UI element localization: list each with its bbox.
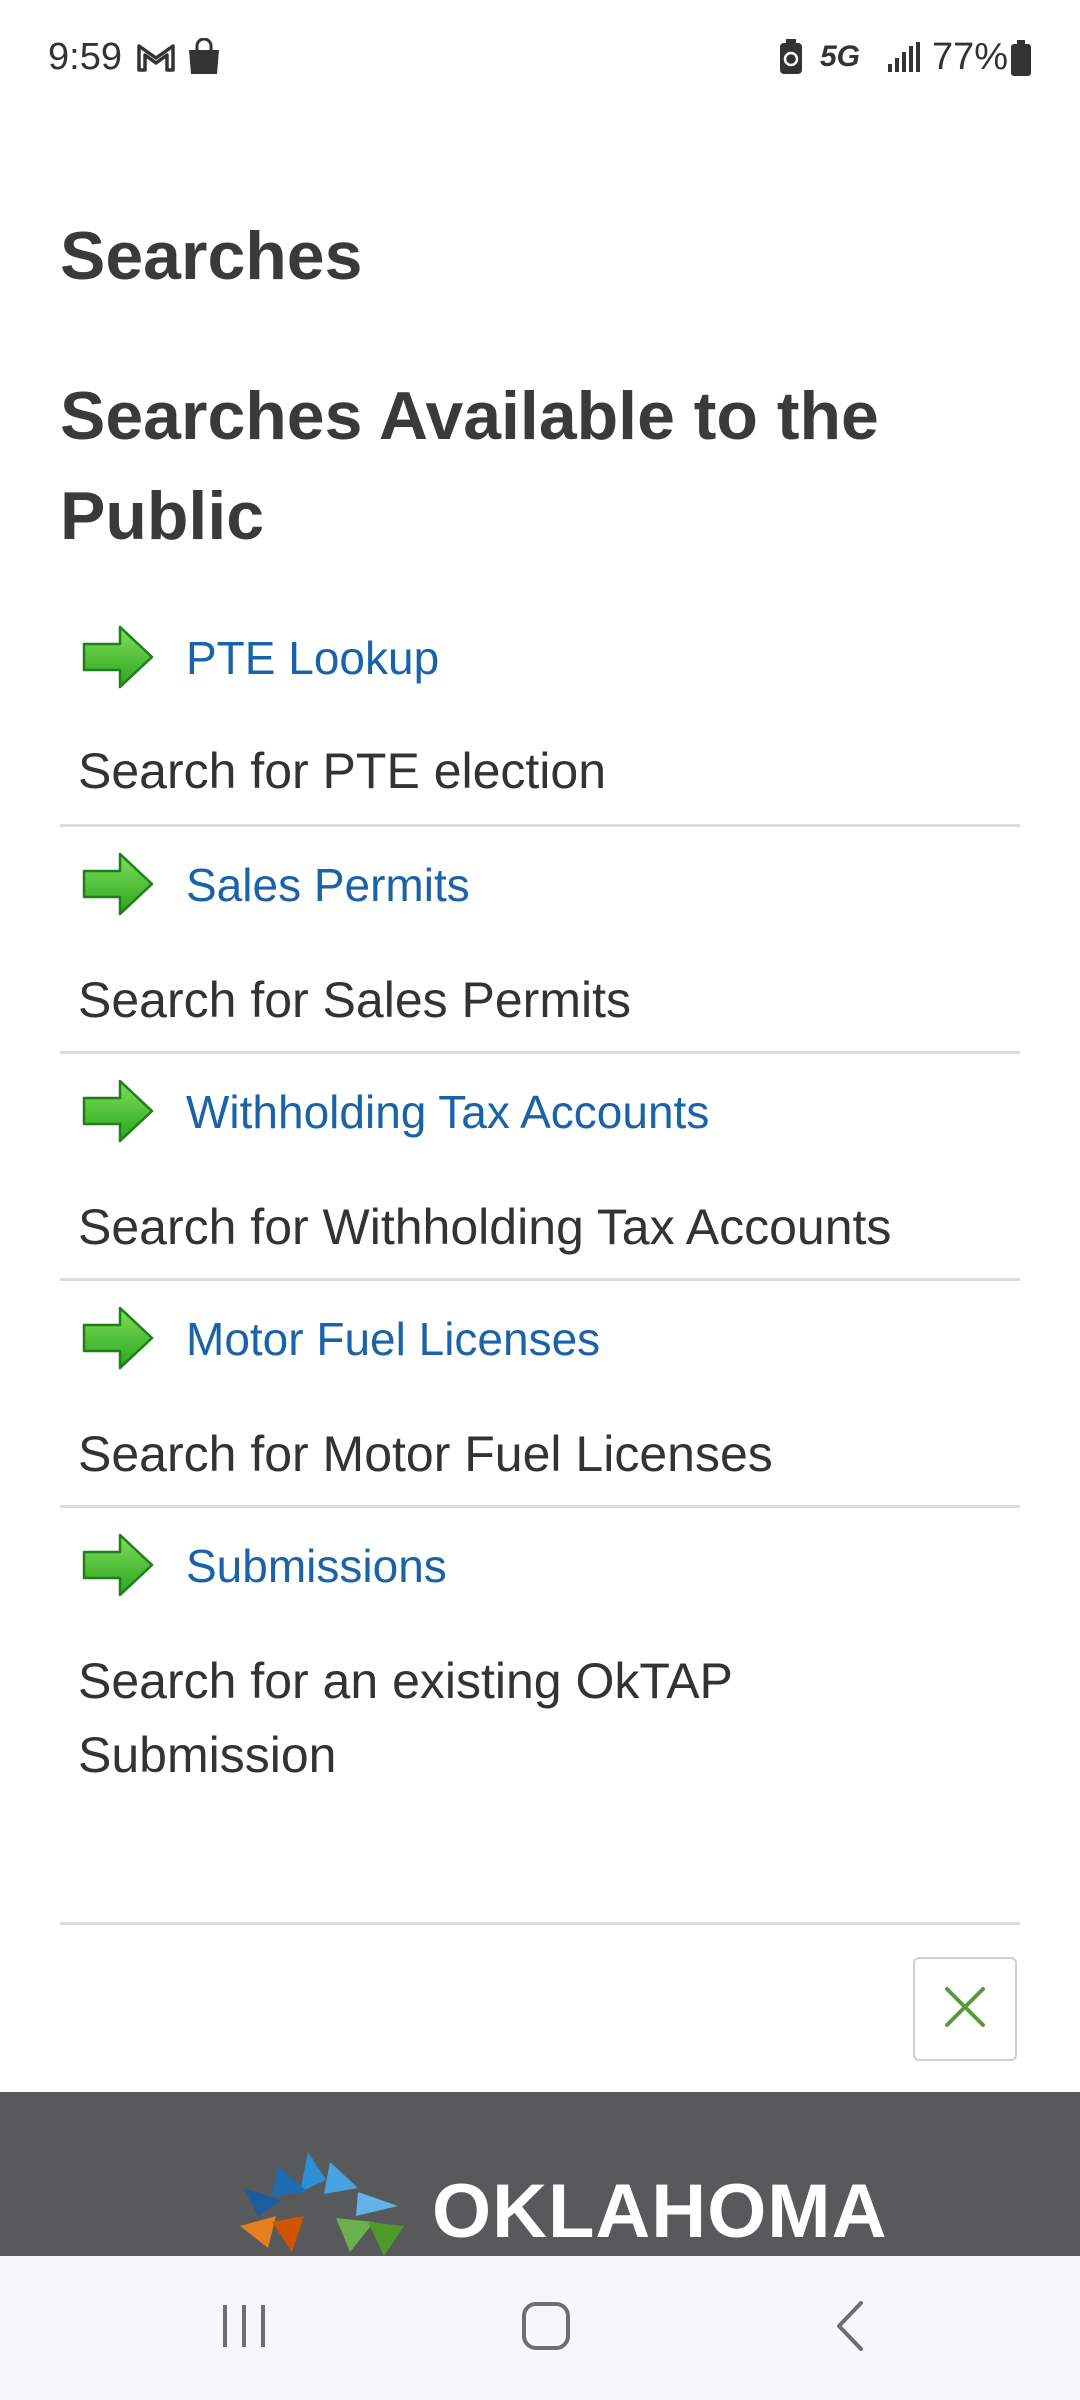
green-arrow-icon <box>82 1532 154 1598</box>
gmail-icon <box>136 42 176 79</box>
close-button[interactable] <box>913 1957 1017 2061</box>
search-list: PTE Lookup Search for PTE election Sales… <box>60 600 1020 1848</box>
signal-icon <box>886 42 920 79</box>
battery-percent: 77% <box>932 36 1009 78</box>
close-icon <box>943 1985 987 2034</box>
sales-permits-link[interactable]: Sales Permits <box>186 857 470 913</box>
search-item-pte-lookup: PTE Lookup Search for PTE election <box>60 600 1020 827</box>
search-item-motor-fuel-licenses: Motor Fuel Licenses Search for Motor Fue… <box>60 1281 1020 1508</box>
search-item-sales-permits: Sales Permits Search for Sales Permits <box>60 827 1020 1054</box>
green-arrow-icon <box>82 1078 154 1144</box>
section-title: Searches Available to the Public <box>60 378 879 554</box>
recent-apps-button[interactable] <box>164 2256 324 2400</box>
green-arrow-icon <box>82 851 154 917</box>
back-button[interactable] <box>770 2256 930 2400</box>
battery-saver-icon <box>778 38 804 81</box>
green-arrow-icon <box>82 1305 154 1371</box>
page-title: Searches <box>60 218 363 294</box>
footer: OKLAHOMA <box>0 2092 1080 2256</box>
network-type: 5G <box>820 40 861 73</box>
battery-icon <box>1010 40 1032 81</box>
search-item-withholding-tax-accounts: Withholding Tax Accounts Search for With… <box>60 1054 1020 1281</box>
pte-lookup-link[interactable]: PTE Lookup <box>186 630 439 686</box>
search-description: Search for PTE election <box>78 743 607 799</box>
search-description: Search for Motor Fuel Licenses <box>78 1426 773 1482</box>
home-icon <box>521 2301 571 2356</box>
screen: 9:59 5G 77% Searches Searches Available … <box>0 0 1080 2400</box>
motor-fuel-licenses-link[interactable]: Motor Fuel Licenses <box>186 1311 600 1367</box>
withholding-tax-accounts-link[interactable]: Withholding Tax Accounts <box>186 1084 709 1140</box>
search-description: Search for Sales Permits <box>78 972 631 1028</box>
search-item-submissions: Submissions Search for an existing OkTAP… <box>60 1508 1020 1848</box>
status-time: 9:59 <box>48 36 122 78</box>
back-icon <box>833 2299 867 2358</box>
search-description: Search for an existing OkTAP Submission <box>78 1653 733 1783</box>
oklahoma-logo-icon <box>238 2152 408 2256</box>
divider <box>60 1922 1020 1925</box>
green-arrow-icon <box>82 624 154 690</box>
shopping-bag-icon <box>186 37 222 81</box>
home-button[interactable] <box>466 2256 626 2400</box>
navigation-bar <box>0 2256 1080 2400</box>
submissions-link[interactable]: Submissions <box>186 1538 447 1594</box>
search-description: Search for Withholding Tax Accounts <box>78 1199 892 1255</box>
recent-apps-icon <box>219 2303 269 2354</box>
footer-brand: OKLAHOMA <box>432 2169 888 2254</box>
status-bar: 9:59 5G 77% <box>0 0 1080 120</box>
